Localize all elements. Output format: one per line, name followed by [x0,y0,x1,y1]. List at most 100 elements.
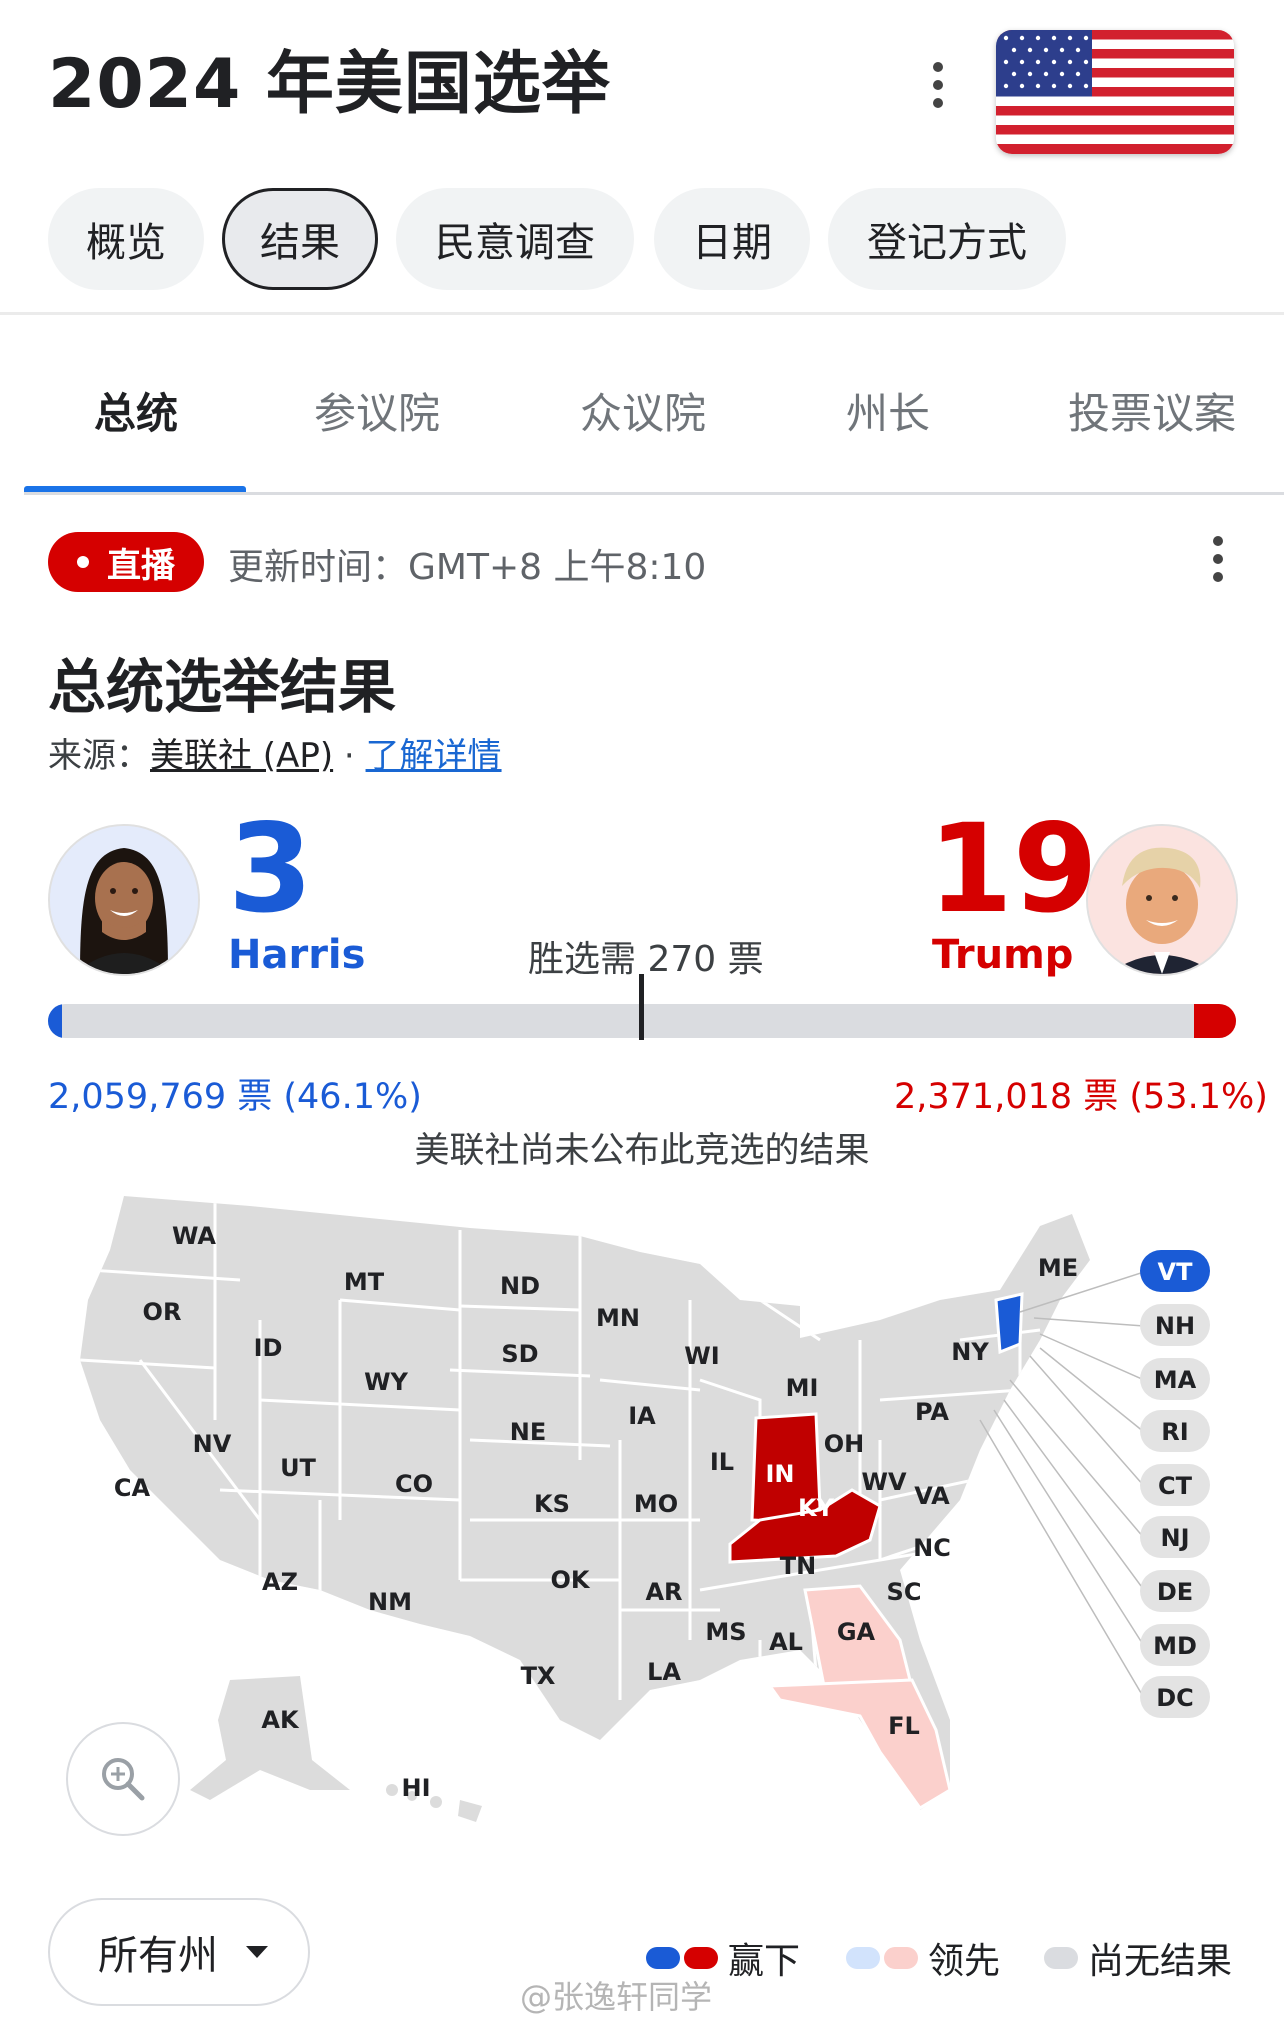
state-pill-label: MA [1154,1366,1197,1394]
state-label: PA [915,1398,949,1426]
win-threshold-marker [639,974,644,1040]
tab-ballot-measures[interactable]: 投票议案 [1068,380,1236,441]
more-options-icon[interactable] [1210,536,1226,584]
state-pill-label: NJ [1160,1524,1189,1552]
state-label: ND [500,1272,540,1300]
state-label: CA [114,1474,151,1502]
divider [24,492,1284,495]
tab-president[interactable]: 总统 [94,380,178,441]
tab-house[interactable]: 众议院 [580,380,706,441]
state-label: ME [1038,1254,1078,1282]
legend-swatch-dem-lead [846,1947,880,1969]
state-label: ID [254,1334,283,1362]
harris-popular-vote: 2,059,769 票 (46.1%) [48,1077,422,1117]
state-label: WY [364,1368,408,1396]
state-label: AK [261,1706,300,1734]
chip-results[interactable]: 结果 [222,188,378,290]
source-line: 来源：美联社 (AP) · 了解详情 [48,728,502,777]
state-pill-label: RI [1161,1418,1188,1446]
update-time: 更新时间：GMT+8 上午8:10 [228,547,707,588]
state-label: OH [824,1430,865,1458]
state-label: GA [837,1618,876,1646]
chevron-down-icon [246,1946,268,1958]
legend-swatch-dem-won [646,1947,680,1969]
results-notice: 美联社尚未公布此竞选的结果 [414,1131,870,1171]
state-label: NM [368,1588,412,1616]
chip-overview[interactable]: 概览 [48,188,204,290]
source-separator: · [333,736,366,776]
tab-senate[interactable]: 参议院 [314,380,440,441]
state-label: NV [193,1430,232,1458]
page-title: 2024 年美国选举 [48,45,611,124]
harris-progress-fill [48,1004,62,1038]
learn-more-link[interactable]: 了解详情 [366,736,502,776]
state-pill-label: NH [1155,1312,1195,1340]
state-label: MO [634,1490,678,1518]
state-label: NE [510,1418,546,1446]
source-link[interactable]: 美联社 (AP) [150,736,333,776]
divider [0,312,1284,315]
state-label: UT [280,1454,316,1482]
state-label: CO [395,1470,433,1498]
state-label: VA [914,1482,950,1510]
state-pill-label: CT [1158,1472,1193,1500]
state-label: HI [401,1774,430,1802]
harris-electoral-votes: 3 [228,798,313,940]
chip-registration[interactable]: 登记方式 [828,188,1066,290]
live-dot-icon [77,556,89,568]
state-pill-label: MD [1153,1632,1197,1660]
legend-swatch-rep-lead [884,1947,918,1969]
state-label: SD [501,1340,538,1368]
state-filter-select[interactable]: 所有州 [48,1898,310,2006]
zoom-in-icon[interactable] [66,1722,180,1836]
state-label: MT [344,1268,385,1296]
state-pill-label: DE [1157,1578,1193,1606]
source-prefix: 来源： [48,736,150,776]
chip-dates[interactable]: 日期 [654,188,810,290]
state-label: AZ [262,1568,298,1596]
harris-name: Harris [228,932,366,978]
legend-no-result-label: 尚无结果 [1088,1941,1233,1982]
trump-progress-fill [1194,1004,1236,1038]
watermark: @张逸轩同学 [520,1978,713,2016]
state-label: MN [596,1304,640,1332]
legend-swatch-rep-won [684,1947,718,1969]
state-label: MI [786,1374,819,1402]
state-pill-label: VT [1158,1258,1194,1286]
trump-avatar [1086,824,1238,976]
state-label: OR [143,1298,182,1326]
state-label: KY [798,1494,835,1522]
state-label: IL [710,1448,734,1476]
state-label: TN [780,1552,816,1580]
us-flag-icon [996,30,1234,154]
state-label: MS [705,1618,746,1646]
tab-governor[interactable]: 州长 [846,380,930,441]
trump-popular-vote: 2,371,018 票 (53.1%) [894,1077,1268,1117]
state-filter-label: 所有州 [98,1933,218,1979]
section-title: 总统选举结果 [48,653,397,721]
state-label: TX [521,1662,556,1690]
state-label: AL [769,1628,803,1656]
us-electoral-map[interactable]: WA OR CA ID NV MT WY UT AZ CO NM ND SD N… [0,1170,1284,1860]
state-label: WA [172,1222,216,1250]
legend-no-result: 尚无结果 [1044,1932,1232,1984]
live-badge: 直播 [48,532,204,592]
live-badge-label: 直播 [107,545,175,586]
state-label: NC [913,1534,951,1562]
state-label: AR [645,1578,682,1606]
state-label: IA [628,1402,656,1430]
trump-name: Trump [932,932,1074,978]
state-label: IN [765,1460,794,1488]
harris-avatar [48,824,200,976]
state-label: KS [534,1490,570,1518]
state-label: NY [951,1338,989,1366]
legend-swatch-none [1044,1947,1078,1969]
chip-polls[interactable]: 民意调查 [396,188,634,290]
state-label: SC [887,1578,922,1606]
trump-electoral-votes: 19 [928,798,1098,940]
more-options-icon[interactable] [930,62,946,110]
legend-leading: 领先 [846,1932,1000,1984]
state-label: FL [888,1712,920,1740]
needed-to-win-label: 胜选需 270 票 [528,939,764,980]
legend-leading-label: 领先 [928,1941,1001,1982]
